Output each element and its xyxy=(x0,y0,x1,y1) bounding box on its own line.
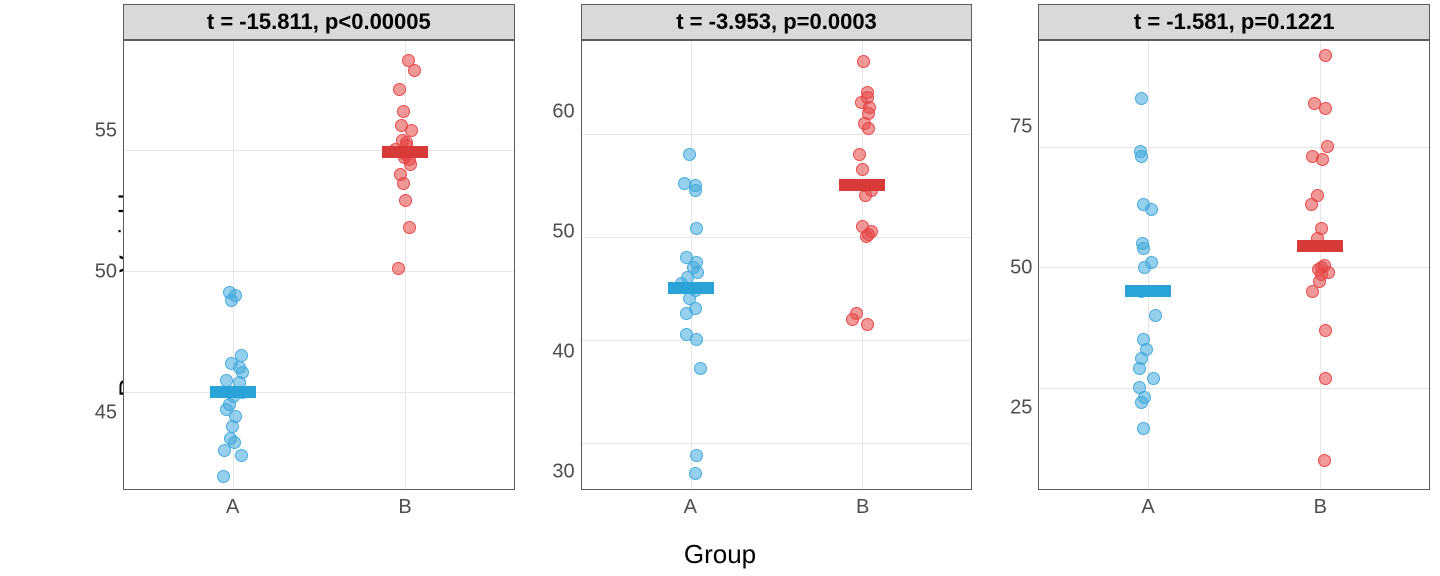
x-tick-label: B xyxy=(398,496,411,519)
data-point xyxy=(850,307,863,320)
data-point xyxy=(689,467,702,480)
mean-crossbar xyxy=(1125,285,1171,297)
data-point xyxy=(1149,309,1162,322)
data-point xyxy=(1311,189,1324,202)
data-point xyxy=(861,318,874,331)
x-tick-label: B xyxy=(1314,496,1327,519)
data-point xyxy=(217,470,230,483)
data-point xyxy=(861,86,874,99)
y-ticks: 25 50 75 xyxy=(990,4,1038,526)
data-point xyxy=(235,349,248,362)
data-point xyxy=(403,221,416,234)
y-tick-label: 25 xyxy=(1010,397,1032,420)
x-ticks: AB xyxy=(581,490,973,526)
data-point xyxy=(678,177,691,190)
data-point xyxy=(392,262,405,275)
y-ticks: 45 50 55 xyxy=(75,4,123,526)
x-tick-label: A xyxy=(684,496,697,519)
x-tick-label: A xyxy=(226,496,239,519)
panel-strip: t = -15.811, p<0.00005 xyxy=(123,4,515,40)
plot-area xyxy=(581,40,973,490)
mean-crossbar xyxy=(210,386,256,398)
plot-area xyxy=(1038,40,1430,490)
data-point xyxy=(690,222,703,235)
y-tick-label: 75 xyxy=(1010,116,1032,139)
data-point xyxy=(680,328,693,341)
data-point xyxy=(694,362,707,375)
data-point xyxy=(220,374,233,387)
data-point xyxy=(853,148,866,161)
mean-crossbar xyxy=(1297,240,1343,252)
y-tick-label: 50 xyxy=(95,261,117,284)
data-point xyxy=(1135,92,1148,105)
y-ticks: 30 40 50 60 xyxy=(533,4,581,526)
data-point xyxy=(1308,97,1321,110)
panel: 255075t = -1.581, p=0.1221AB xyxy=(990,4,1430,526)
data-point xyxy=(402,54,415,67)
data-point xyxy=(680,251,693,264)
data-point xyxy=(856,163,869,176)
data-point xyxy=(683,148,696,161)
data-point xyxy=(397,105,410,118)
y-tick-label: 50 xyxy=(1010,256,1032,279)
data-point xyxy=(1315,222,1328,235)
x-tick-label: A xyxy=(1141,496,1154,519)
data-point xyxy=(1319,324,1332,337)
y-tick-label: 60 xyxy=(552,101,574,124)
data-point xyxy=(1321,140,1334,153)
data-point xyxy=(394,168,407,181)
panel: 30405060t = -3.953, p=0.0003AB xyxy=(533,4,973,526)
panels-row: 455055t = -15.811, p<0.00005AB30405060t … xyxy=(75,4,1430,526)
y-tick-label: 50 xyxy=(552,221,574,244)
data-point xyxy=(1318,259,1331,272)
mean-crossbar xyxy=(668,282,714,294)
data-point xyxy=(690,449,703,462)
data-point xyxy=(857,55,870,68)
x-tick-label: B xyxy=(856,496,869,519)
panel: 455055t = -15.811, p<0.00005AB xyxy=(75,4,515,526)
data-point xyxy=(224,432,237,445)
data-point xyxy=(1319,49,1332,62)
figure: Response Variable Group 455055t = -15.81… xyxy=(0,0,1440,576)
x-axis-label: Group xyxy=(0,539,1440,570)
data-point xyxy=(393,83,406,96)
mean-crossbar xyxy=(839,179,885,191)
mean-crossbar xyxy=(382,146,428,158)
y-tick-label: 30 xyxy=(552,461,574,484)
y-tick-label: 45 xyxy=(95,402,117,425)
panel-strip: t = -1.581, p=0.1221 xyxy=(1038,4,1430,40)
x-ticks: AB xyxy=(1038,490,1430,526)
plot-area xyxy=(123,40,515,490)
panel-strip: t = -3.953, p=0.0003 xyxy=(581,4,973,40)
data-point xyxy=(235,449,248,462)
data-point xyxy=(1147,372,1160,385)
y-tick-label: 55 xyxy=(95,119,117,142)
data-point xyxy=(1318,454,1331,467)
data-point xyxy=(1319,372,1332,385)
data-point xyxy=(399,194,412,207)
y-tick-label: 40 xyxy=(552,341,574,364)
data-point xyxy=(1319,102,1332,115)
x-ticks: AB xyxy=(123,490,515,526)
data-point xyxy=(1136,237,1149,250)
